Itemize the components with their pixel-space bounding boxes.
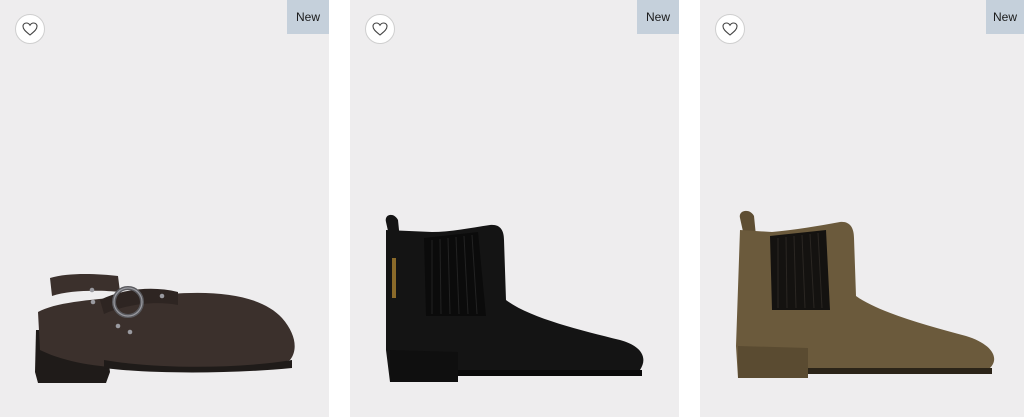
product-image[interactable] bbox=[0, 0, 329, 417]
product-card[interactable]: New bbox=[0, 0, 329, 417]
product-card[interactable]: New bbox=[350, 0, 679, 417]
product-card[interactable]: New bbox=[700, 0, 1024, 417]
product-image[interactable] bbox=[350, 0, 679, 417]
product-grid: New New New bbox=[0, 0, 1024, 417]
product-image[interactable] bbox=[700, 0, 1024, 417]
